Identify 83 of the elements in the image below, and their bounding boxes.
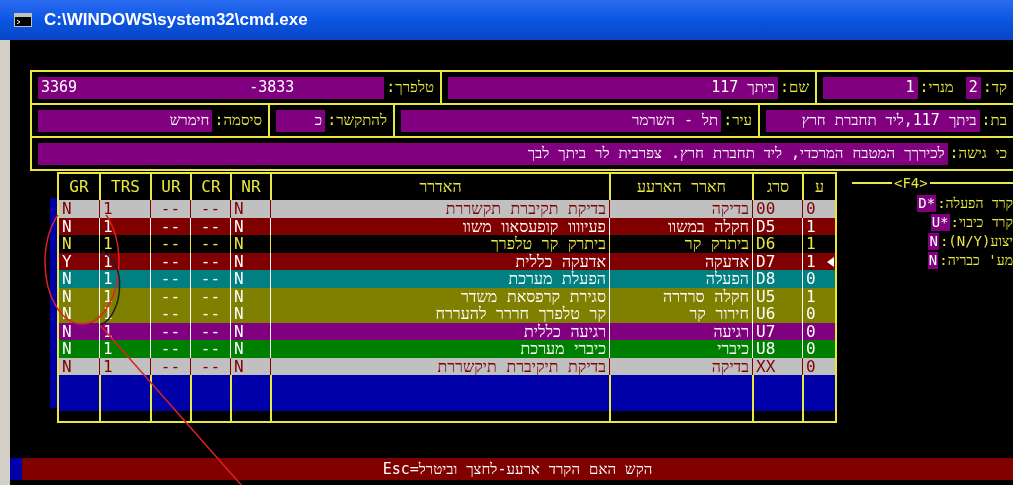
table-cell: -- bbox=[150, 270, 190, 288]
console-icon bbox=[14, 13, 32, 27]
table-cell: 0 bbox=[802, 340, 835, 358]
table-cell: N bbox=[230, 200, 270, 218]
table-cell: N bbox=[230, 305, 270, 323]
table-cell: 1 bbox=[99, 340, 150, 358]
table-cell-text: N bbox=[61, 305, 73, 323]
setting-value[interactable]: D* bbox=[917, 195, 937, 212]
table-cell: ביתרק קר טלפרך bbox=[270, 235, 609, 253]
setting-label: קרד הפעלה: bbox=[937, 194, 1013, 213]
table-cell: -- bbox=[190, 270, 230, 288]
column-header: GR bbox=[68, 176, 90, 198]
table-cell: 1 bbox=[99, 200, 150, 218]
field-label: סיסמה: bbox=[214, 110, 262, 132]
table-cell: 0 bbox=[802, 200, 835, 218]
table-cell-text: N bbox=[61, 200, 73, 218]
table-cell: קר טלפרך חררר להעררח bbox=[270, 305, 609, 323]
table-cell: כיברי מערכת bbox=[270, 340, 609, 358]
field-label: בת: bbox=[981, 110, 1007, 132]
table-cell-text: N bbox=[61, 357, 73, 375]
table-cell-text: N bbox=[61, 340, 73, 358]
table-cell: כיברי bbox=[609, 340, 752, 358]
field-value[interactable]: לכירךך המטבח המרכדי, ליד תחברת חרץ. צפרבית לר ביתך לבך bbox=[38, 142, 948, 165]
table-cell: 0 bbox=[802, 270, 835, 288]
table-cell: 0 bbox=[802, 305, 835, 323]
field-value[interactable]: חימרש bbox=[38, 109, 213, 132]
setting-value[interactable]: N bbox=[927, 252, 939, 269]
table-cell: 1 bbox=[99, 305, 150, 323]
field-label: שם: bbox=[780, 77, 809, 99]
setting-label: יצוע(N/Y): bbox=[939, 232, 1013, 251]
setting-label: מע' כבריה: bbox=[939, 251, 1013, 270]
table-cell-text: N bbox=[61, 270, 73, 288]
table-cell: בדיקת תקיברת תקשררת bbox=[270, 200, 609, 218]
table-cell: הפעלת מערכת bbox=[270, 270, 609, 288]
field-value[interactable]: ביתך 117 bbox=[448, 76, 778, 99]
field-value[interactable]: 1 bbox=[823, 76, 918, 99]
table-cell: -- bbox=[150, 340, 190, 358]
table-cell: הפעלה bbox=[609, 270, 752, 288]
table-cell: ביתרק קר bbox=[609, 235, 752, 253]
table-cell: בדיקה bbox=[609, 200, 752, 218]
table-cell: חירור קר bbox=[609, 305, 752, 323]
table-cell: N bbox=[230, 270, 270, 288]
field-value[interactable]: ביתך 117,ליד תחברת חרץ bbox=[766, 109, 980, 132]
table-cell-text: Y bbox=[61, 252, 73, 270]
table-cell-text: N bbox=[61, 235, 73, 253]
table-cell: 1 bbox=[99, 235, 150, 253]
table-cell: N bbox=[230, 340, 270, 358]
field-label: מנרי: bbox=[919, 77, 954, 99]
table-cell: -- bbox=[190, 305, 230, 323]
table-cell: U6 bbox=[752, 305, 802, 323]
table-cell: -- bbox=[190, 235, 230, 253]
setting-value[interactable]: N bbox=[928, 233, 939, 250]
field-value[interactable]: 3369 bbox=[41, 76, 78, 99]
table-cell: -- bbox=[150, 200, 190, 218]
table-cell: -- bbox=[190, 200, 230, 218]
field-label: קד: bbox=[982, 77, 1007, 99]
field-value[interactable]: -3833 bbox=[249, 76, 295, 99]
table-cell: 1 bbox=[802, 235, 835, 253]
table-cell: -- bbox=[190, 340, 230, 358]
status-message: הקש האם הקרד ארעע-לחצך וביטרל=Esc bbox=[382, 458, 653, 480]
table-cell-text: N bbox=[61, 322, 73, 340]
table-cell: -- bbox=[150, 305, 190, 323]
field-value[interactable]: 2 bbox=[965, 76, 981, 99]
field-value[interactable]: תל - השרמר bbox=[401, 109, 722, 132]
panel-title: <F4> bbox=[893, 173, 929, 193]
table-cell: D6 bbox=[752, 235, 802, 253]
table-cell: 00 bbox=[752, 200, 802, 218]
window-title: C:\WINDOWS\system32\cmd.exe bbox=[44, 9, 308, 32]
field-label: להתקשר: bbox=[327, 110, 387, 132]
table-cell: -- bbox=[150, 235, 190, 253]
setting-value[interactable]: U* bbox=[930, 214, 950, 231]
status-marker bbox=[10, 458, 22, 480]
table-cell: U8 bbox=[752, 340, 802, 358]
field-label: טלפרך: bbox=[386, 77, 434, 99]
table-cell: N bbox=[230, 235, 270, 253]
table-cell: 1 bbox=[99, 270, 150, 288]
field-label: עיר: bbox=[723, 110, 752, 132]
field-label: כי גישה: bbox=[949, 143, 1007, 165]
setting-label: קרד כיבוי: bbox=[950, 213, 1013, 232]
table-cell-text: N bbox=[61, 287, 73, 305]
table-cell: D8 bbox=[752, 270, 802, 288]
field-value[interactable]: כ bbox=[276, 109, 326, 132]
table-cell-text: N bbox=[61, 217, 73, 235]
